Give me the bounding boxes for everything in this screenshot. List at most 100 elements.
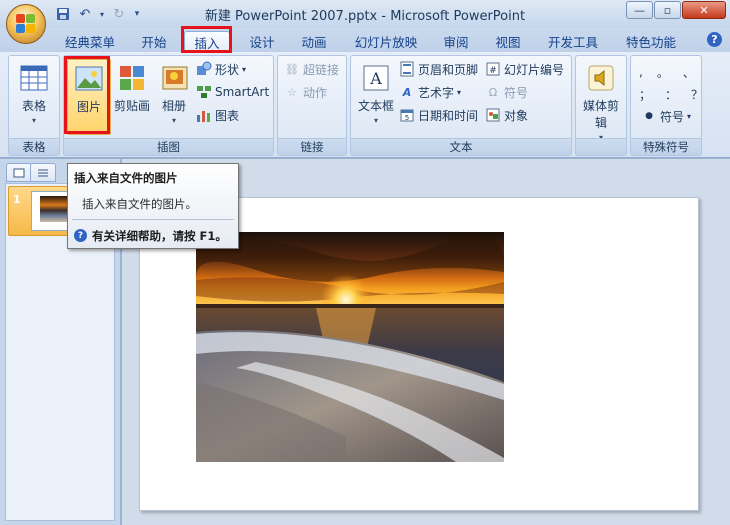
object-icon (485, 107, 501, 123)
picture-tooltip: 插入来自文件的图片 插入来自文件的图片。 ? 有关详细帮助，请按 F1。 (67, 163, 239, 249)
action-icon: ☆ (287, 85, 297, 99)
window-controls: — ▫ ✕ (626, 1, 726, 19)
slide-number-button[interactable]: # 幻灯片编号 (485, 59, 564, 79)
slides-tab[interactable] (6, 163, 32, 182)
clipart-button[interactable]: 剪贴画 (110, 59, 154, 135)
group-label-media (576, 138, 626, 155)
help-icon: ? (74, 229, 87, 242)
picture-icon (74, 64, 104, 94)
symbol-semicolon[interactable]: ； (639, 86, 651, 103)
action-button[interactable]: ☆ 动作 (284, 82, 327, 102)
symbol-button[interactable]: Ω 符号 (485, 82, 528, 102)
tab-review[interactable]: 审阅 (436, 31, 476, 52)
dropdown-arrow-icon: ▾ (687, 111, 692, 121)
slide-number: 1 (13, 193, 21, 206)
tab-insert[interactable]: 插入 (184, 31, 230, 52)
speaker-icon (586, 63, 616, 93)
office-logo-icon (16, 14, 36, 34)
dropdown-arrow-icon: ▾ (242, 64, 247, 74)
symbol-period[interactable]: 。 (657, 64, 669, 81)
group-label-links: 链接 (278, 138, 346, 155)
table-button-label: 表格 (21, 99, 46, 113)
action-button-label: 动作 (303, 85, 328, 100)
tab-special-features[interactable]: 特色功能 (620, 31, 682, 52)
group-media: 媒体剪辑 ▾ (575, 55, 627, 156)
chart-button[interactable]: 图表 (196, 105, 239, 125)
title-bar: ↶ ▾ ↻ ▾ 新建 PowerPoint 2007.pptx - Micros… (0, 0, 730, 28)
tab-animations[interactable]: 动画 (294, 31, 334, 52)
window-title: 新建 PowerPoint 2007.pptx - Microsoft Powe… (204, 9, 526, 24)
textbox-button-label: 文本框 (357, 99, 394, 113)
tab-developer[interactable]: 开发工具 (542, 31, 604, 52)
object-button-label: 对象 (504, 108, 529, 123)
dropdown-arrow-icon: ▾ (31, 116, 36, 125)
special-symbols-row-1: , 。 、 (639, 62, 695, 82)
dropdown-arrow-icon: ▾ (457, 87, 462, 97)
wordart-button-label: 艺术字 (418, 85, 455, 100)
smartart-button[interactable]: SmartArt (196, 82, 269, 102)
shapes-button[interactable]: 形状 ▾ (196, 59, 246, 79)
omega-icon: Ω (488, 85, 498, 99)
svg-text:A: A (369, 69, 382, 88)
datetime-button-label: 日期和时间 (418, 108, 479, 123)
symbol-question[interactable]: ？ (691, 86, 703, 103)
close-button[interactable]: ✕ (682, 1, 726, 19)
ribbon: 表格 ▾ 表格 图片 剪贴画 相册 ▾ 形状 ▾ SmartArt 图表 插图 … (0, 52, 730, 158)
table-icon (19, 63, 49, 93)
help-icon[interactable]: ? (707, 32, 722, 47)
hyperlink-button[interactable]: ⛓ 超链接 (284, 59, 339, 79)
group-label-illustrations: 插图 (64, 138, 273, 155)
table-button[interactable]: 表格 ▾ (12, 59, 56, 135)
dropdown-arrow-icon: ▾ (373, 116, 378, 125)
pane-tabs (6, 163, 56, 183)
calendar-icon: 5 (399, 107, 415, 123)
object-button[interactable]: 对象 (485, 105, 528, 125)
chart-button-label: 图表 (215, 108, 240, 123)
symbol-enumeration-comma[interactable]: 、 (683, 64, 695, 81)
smartart-icon (196, 84, 212, 100)
clipart-icon (117, 63, 147, 93)
group-links: ⛓ 超链接 ☆ 动作 链接 (277, 55, 347, 156)
smartart-button-label: SmartArt (215, 85, 270, 99)
symbol-colon[interactable]: ： (665, 86, 677, 103)
shapes-button-label: 形状 (215, 62, 240, 77)
wordart-icon: A (402, 85, 412, 99)
outline-tab[interactable] (30, 163, 56, 182)
hyperlink-icon: ⛓ (285, 62, 299, 76)
maximize-button[interactable]: ▫ (654, 1, 681, 19)
header-footer-button[interactable]: 页眉和页脚 (399, 59, 478, 79)
symbol-button-label: 符号 (504, 85, 529, 100)
group-illustrations: 图片 剪贴画 相册 ▾ 形状 ▾ SmartArt 图表 插图 (63, 55, 274, 156)
group-label-text: 文本 (351, 138, 571, 155)
symbol-comma[interactable]: , (639, 65, 643, 79)
media-clip-button[interactable]: 媒体剪辑 ▾ (579, 59, 623, 142)
minimize-button[interactable]: — (626, 1, 653, 19)
beach-sunset-picture[interactable] (196, 232, 504, 462)
tab-home[interactable]: 开始 (134, 31, 174, 52)
tab-classic-menu[interactable]: 经典菜单 (60, 31, 120, 52)
tooltip-separator (72, 219, 234, 220)
media-clip-button-label: 媒体剪辑 (582, 99, 619, 130)
slide-number-button-label: 幻灯片编号 (504, 62, 565, 77)
ribbon-tabs: 经典菜单 开始 插入 设计 动画 幻灯片放映 审阅 视图 开发工具 特色功能 ? (0, 28, 730, 52)
datetime-button[interactable]: 5 日期和时间 (399, 105, 478, 125)
group-table: 表格 ▾ 表格 (8, 55, 60, 156)
tab-slideshow[interactable]: 幻灯片放映 (350, 31, 422, 52)
office-button[interactable] (6, 4, 46, 44)
group-label-special-symbols: 特殊符号 (631, 138, 701, 155)
textbox-button[interactable]: A 文本框 ▾ (354, 59, 398, 135)
tab-view[interactable]: 视图 (488, 31, 528, 52)
svg-text:#: # (489, 66, 497, 76)
special-symbol-button[interactable]: ● 符号 ▾ (641, 106, 691, 126)
pin-icon: ● (645, 111, 653, 121)
tab-design[interactable]: 设计 (242, 31, 282, 52)
picture-button[interactable]: 图片 (67, 59, 111, 135)
clipart-button-label: 剪贴画 (113, 99, 150, 113)
svg-text:5: 5 (405, 114, 409, 122)
wordart-button[interactable]: A 艺术字 ▾ (399, 82, 461, 102)
photo-album-button[interactable]: 相册 ▾ (152, 59, 196, 135)
picture-button-label: 图片 (76, 100, 101, 114)
tooltip-title: 插入来自文件的图片 (74, 171, 178, 185)
special-symbols-row-2: ； ： ？ (639, 84, 703, 104)
group-text: A 文本框 ▾ 页眉和页脚 A 艺术字 ▾ 5 日期和时间 # 幻灯片编号 Ω … (350, 55, 572, 156)
